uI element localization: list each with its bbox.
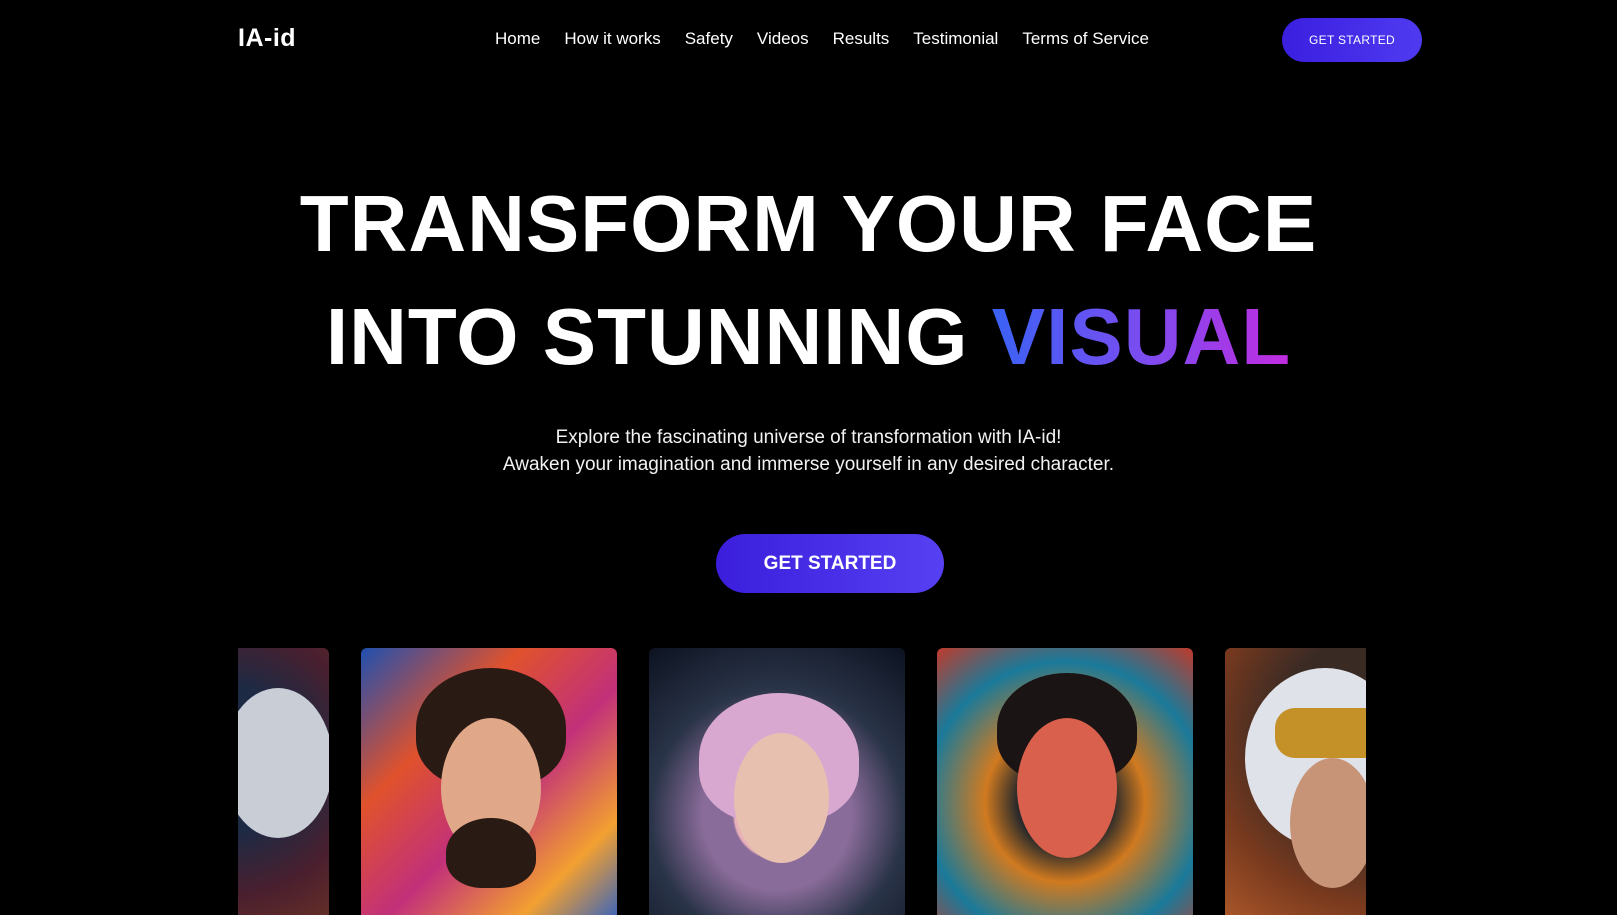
portrait-face: [1290, 758, 1366, 888]
gallery-card-painted-man[interactable]: [361, 648, 617, 915]
portrait-beard: [446, 818, 536, 888]
gallery-card-pink-hair-woman[interactable]: [649, 648, 905, 915]
gallery-card-astronaut-left[interactable]: [238, 648, 329, 915]
portrait-image: [1017, 718, 1117, 858]
hero-title-plain: INTO STUNNING: [325, 292, 992, 381]
portrait-gallery: [238, 648, 1366, 915]
nav-results[interactable]: Results: [833, 29, 890, 49]
logo[interactable]: IA-id: [238, 24, 296, 53]
nav-videos[interactable]: Videos: [757, 29, 809, 49]
nav-testimonial[interactable]: Testimonial: [913, 29, 998, 49]
nav-safety[interactable]: Safety: [685, 29, 733, 49]
main-nav: Home How it works Safety Videos Results …: [495, 29, 1173, 49]
gallery-card-floral-woman[interactable]: [937, 648, 1193, 915]
portrait-image: [238, 688, 329, 838]
gallery-card-astronaut-right[interactable]: [1225, 648, 1366, 915]
hero-title-line2: INTO STUNNING VISUAL: [0, 297, 1617, 377]
portrait-visor: [1275, 708, 1366, 758]
hero-title-line1: TRANSFORM YOUR FACE: [299, 179, 1318, 268]
hero-title-accent: VISUAL: [991, 292, 1292, 381]
hero-subtitle-line1: Explore the fascinating universe of tran…: [555, 427, 1062, 448]
hero-get-started-button[interactable]: GET STARTED: [716, 534, 944, 593]
nav-how-it-works[interactable]: How it works: [564, 29, 660, 49]
hero-subtitle-line2: Awaken your imagination and immerse your…: [502, 454, 1115, 475]
header-get-started-button[interactable]: GET STARTED: [1282, 18, 1422, 62]
portrait-image: [734, 733, 829, 863]
nav-home[interactable]: Home: [495, 29, 540, 49]
nav-terms-of-service[interactable]: Terms of Service: [1022, 29, 1149, 49]
